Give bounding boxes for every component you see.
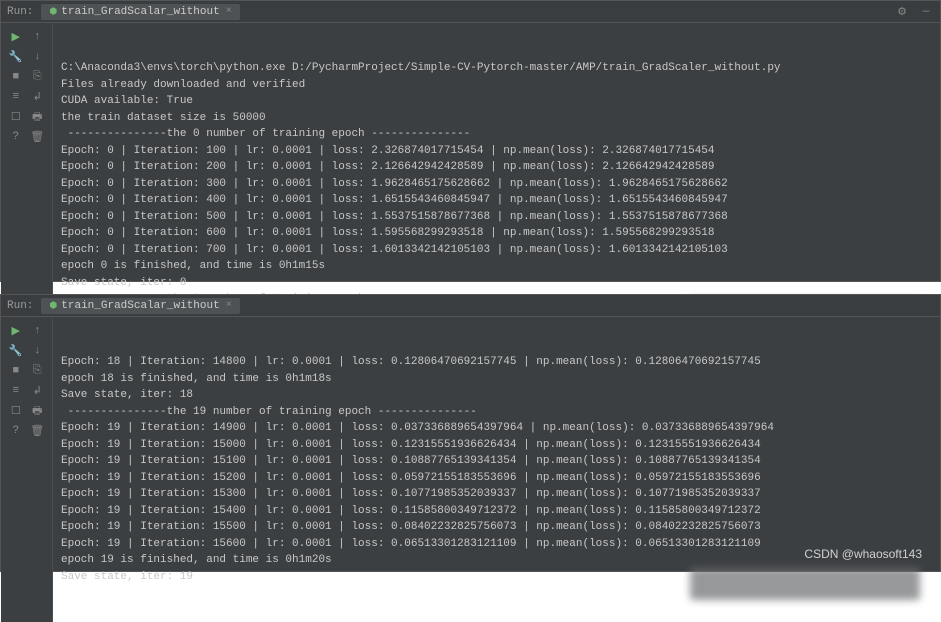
run-tab[interactable]: ⬢ train_GradScalar_without × [41, 4, 239, 20]
minimize-icon[interactable]: — [918, 4, 934, 20]
close-icon[interactable]: × [226, 300, 232, 311]
run-tab[interactable]: ⬢ train_GradScalar_without × [41, 298, 239, 314]
console-line: Epoch: 0 | Iteration: 400 | lr: 0.0001 |… [61, 192, 932, 209]
console-line: Epoch: 18 | Iteration: 14800 | lr: 0.000… [61, 354, 932, 371]
console-line: C:\Anaconda3\envs\torch\python.exe D:/Py… [61, 60, 932, 77]
run-label: Run: [7, 6, 33, 18]
run-label: Run: [7, 300, 33, 312]
console-line: Epoch: 0 | Iteration: 300 | lr: 0.0001 |… [61, 176, 932, 193]
wrap-icon[interactable]: ↲ [29, 383, 45, 399]
python-icon: ⬢ [49, 7, 57, 17]
play-icon[interactable]: ▶ [8, 323, 24, 339]
stop-icon[interactable]: ■ [8, 363, 24, 379]
console-line: epoch 0 is finished, and time is 0h1m15s [61, 258, 932, 275]
console-line: Epoch: 0 | Iteration: 700 | lr: 0.0001 |… [61, 242, 932, 259]
console-output-2[interactable]: Epoch: 18 | Iteration: 14800 | lr: 0.000… [53, 317, 940, 622]
panel-body: ▶ ↑ 🔧 ↓ ■ ⎘ ≡ ↲ ☐ 🖶 ? 🗑 Epoch: 18 | Iteration:… [1, 317, 940, 622]
trash-icon[interactable]: 🗑 [29, 129, 45, 145]
up-icon[interactable]: ↑ [29, 323, 45, 339]
console-line: Save state, iter: 18 [61, 387, 932, 404]
console-line: epoch 19 is finished, and time is 0h1m20… [61, 552, 932, 569]
run-panel-2: Run: ⬢ train_GradScalar_without × ▶↑ 🔧↓ … [0, 294, 941, 572]
play-icon[interactable]: ▶ [8, 29, 24, 45]
close-icon[interactable]: × [226, 6, 232, 17]
header-actions: ⚙ — [894, 4, 934, 20]
trash-icon[interactable]: 🗑 [29, 423, 45, 439]
console-line: epoch 18 is finished, and time is 0h1m18… [61, 371, 932, 388]
box-icon[interactable]: ☐ [8, 109, 24, 125]
tab-label: train_GradScalar_without [61, 6, 219, 18]
blurred-region [690, 568, 920, 600]
console-line: Epoch: 19 | Iteration: 15500 | lr: 0.000… [61, 519, 932, 536]
tab-label: train_GradScalar_without [61, 300, 219, 312]
console-line: Epoch: 0 | Iteration: 500 | lr: 0.0001 |… [61, 209, 932, 226]
console-line: Epoch: 0 | Iteration: 100 | lr: 0.0001 |… [61, 143, 932, 160]
console-line: CUDA available: True [61, 93, 932, 110]
box-icon[interactable]: ☐ [8, 403, 24, 419]
print-icon[interactable]: 🖶 [29, 403, 45, 419]
tool-gutter: ▶ ↑ 🔧 ↓ ■ ⎘ ≡ ↲ ☐ 🖶 ? 🗑 [1, 317, 53, 622]
console-line: Epoch: 19 | Iteration: 15200 | lr: 0.000… [61, 470, 932, 487]
console-line: Epoch: 19 | Iteration: 15600 | lr: 0.000… [61, 536, 932, 553]
filter-icon[interactable]: ⎘ [29, 363, 45, 379]
help-icon[interactable]: ? [8, 129, 24, 145]
down-icon[interactable]: ↓ [29, 343, 45, 359]
layout-icon[interactable]: ≡ [8, 89, 24, 105]
filter-icon[interactable]: ⎘ [29, 69, 45, 85]
down-icon[interactable]: ↓ [29, 49, 45, 65]
wrench-icon[interactable]: 🔧 [8, 343, 24, 359]
console-line: Epoch: 19 | Iteration: 15400 | lr: 0.000… [61, 503, 932, 520]
help-icon[interactable]: ? [8, 423, 24, 439]
console-line: the train dataset size is 50000 [61, 110, 932, 127]
console-line: Epoch: 0 | Iteration: 200 | lr: 0.0001 |… [61, 159, 932, 176]
python-icon: ⬢ [49, 301, 57, 311]
up-icon[interactable]: ↑ [29, 29, 45, 45]
gear-icon[interactable]: ⚙ [894, 4, 910, 20]
stop-icon[interactable]: ■ [8, 69, 24, 85]
console-line: Epoch: 19 | Iteration: 15000 | lr: 0.000… [61, 437, 932, 454]
console-line: ---------------the 19 number of training… [61, 404, 932, 421]
console-line: Epoch: 19 | Iteration: 15300 | lr: 0.000… [61, 486, 932, 503]
panel-header: Run: ⬢ train_GradScalar_without × ⚙ — [1, 1, 940, 23]
console-line: Files already downloaded and verified [61, 77, 932, 94]
panel-header: Run: ⬢ train_GradScalar_without × [1, 295, 940, 317]
console-line: Epoch: 19 | Iteration: 15100 | lr: 0.000… [61, 453, 932, 470]
console-line: Save state, iter: 0 [61, 275, 932, 292]
print-icon[interactable]: 🖶 [29, 109, 45, 125]
wrap-icon[interactable]: ↲ [29, 89, 45, 105]
wrench-icon[interactable]: 🔧 [8, 49, 24, 65]
layout-icon[interactable]: ≡ [8, 383, 24, 399]
console-line: Epoch: 19 | Iteration: 14900 | lr: 0.000… [61, 420, 932, 437]
watermark: CSDN @whaosoft143 [804, 547, 922, 561]
console-line: ---------------the 0 number of training … [61, 126, 932, 143]
console-line: Epoch: 0 | Iteration: 600 | lr: 0.0001 |… [61, 225, 932, 242]
run-panel-1: Run: ⬢ train_GradScalar_without × ⚙ — ▶ ↑… [0, 0, 941, 282]
